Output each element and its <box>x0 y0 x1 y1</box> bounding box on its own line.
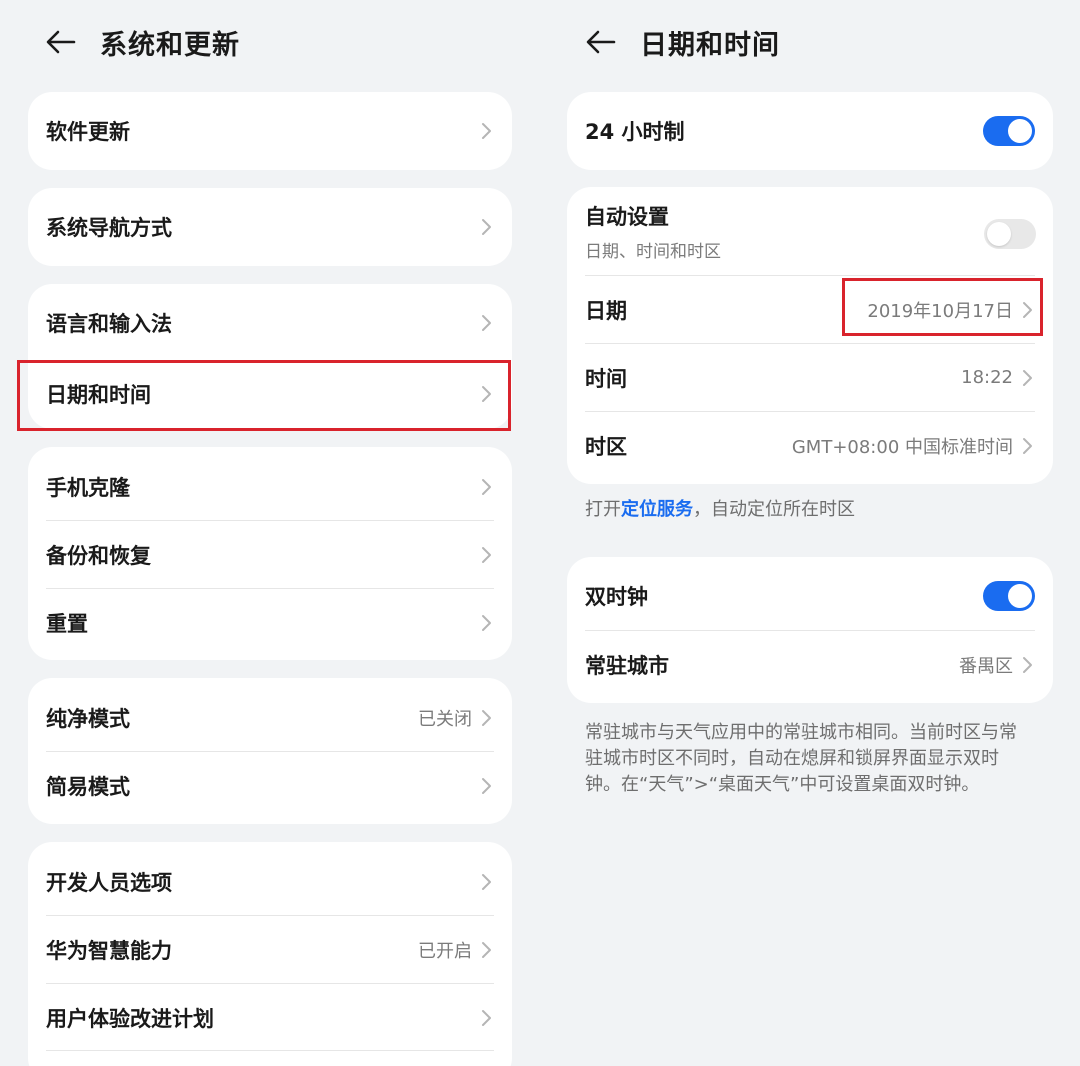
chevron-right-icon <box>482 778 491 794</box>
mode-card: 纯净模式 已关闭 简易模式 <box>28 678 512 824</box>
row-timezone[interactable]: 时区 GMT+08:00 中国标准时间 <box>567 412 1053 480</box>
toggle-knob <box>1008 119 1032 143</box>
row-simple-mode[interactable]: 简易模式 <box>28 752 512 820</box>
row-label: 时区 <box>585 435 627 459</box>
chevron-right-icon <box>1023 369 1032 386</box>
row-language-input[interactable]: 语言和输入法 <box>28 284 512 362</box>
chevron-right-icon <box>482 1010 491 1026</box>
row-time[interactable]: 时间 18:22 <box>567 344 1053 411</box>
date-value: 2019年10月17日 <box>867 300 1013 322</box>
location-note: 打开定位服务，自动定位所在时区 <box>585 497 1045 523</box>
row-label: 日期 <box>585 298 627 323</box>
clone-backup-card: 手机克隆 备份和恢复 重置 <box>28 447 512 660</box>
language-datetime-card: 语言和输入法 日期和时间 <box>28 284 512 429</box>
row-software-update[interactable]: 软件更新 <box>28 92 512 170</box>
back-arrow-icon[interactable] <box>584 25 618 59</box>
row-label: 用户体验改进计划 <box>46 1007 214 1031</box>
timezone-value: GMT+08:00 中国标准时间 <box>791 437 1013 458</box>
page-title: 系统和更新 <box>100 29 240 61</box>
advanced-card: 开发人员选项 华为智慧能力 已开启 用户体验改进计划 <box>28 842 512 1066</box>
row-home-city[interactable]: 常驻城市 番禺区 <box>567 631 1053 699</box>
hour24-card: 24 小时制 <box>567 92 1053 170</box>
row-reset[interactable]: 重置 <box>28 589 512 657</box>
row-ux-plan[interactable]: 用户体验改进计划 <box>28 984 512 1052</box>
chevron-right-icon <box>1023 438 1032 454</box>
dual-clock-note: 常驻城市与天气应用中的常驻城市相同。当前时区与常驻城市时区不同时，自动在熄屏和锁… <box>585 722 1017 795</box>
row-dual-clock[interactable]: 双时钟 <box>567 557 1053 635</box>
row-label: 双时钟 <box>585 585 648 609</box>
chevron-right-icon <box>482 615 491 631</box>
software-update-card: 软件更新 <box>28 92 512 170</box>
note-text: 打开 <box>585 499 621 520</box>
row-label: 24 小时制 <box>585 120 685 144</box>
left-header: 系统和更新 <box>44 18 240 66</box>
row-phone-clone[interactable]: 手机克隆 <box>28 447 512 527</box>
time-value: 18:22 <box>961 367 1013 388</box>
row-date[interactable]: 日期 2019年10月17日 <box>567 276 1053 343</box>
row-label: 简易模式 <box>46 775 130 799</box>
chevron-right-icon <box>482 547 491 563</box>
row-label: 备份和恢复 <box>46 544 151 568</box>
row-label: 华为智慧能力 <box>46 939 172 963</box>
pure-mode-status: 已关闭 <box>418 709 472 730</box>
row-label: 语言和输入法 <box>46 312 172 336</box>
row-label: 系统导航方式 <box>46 216 172 240</box>
auto-set-toggle[interactable] <box>984 219 1036 249</box>
chevron-right-icon <box>482 710 491 726</box>
row-auto-set[interactable]: 自动设置 日期、时间和时区 <box>567 187 1053 275</box>
location-service-link[interactable]: 定位服务 <box>621 499 693 520</box>
row-label: 日期和时间 <box>46 383 151 407</box>
back-arrow-icon[interactable] <box>44 25 78 59</box>
system-navigation-card: 系统导航方式 <box>28 188 512 266</box>
row-label: 重置 <box>46 612 88 636</box>
row-system-navigation[interactable]: 系统导航方式 <box>28 188 512 266</box>
note-text: ，自动定位所在时区 <box>693 499 855 520</box>
row-label: 时间 <box>585 366 627 391</box>
row-label: 开发人员选项 <box>46 871 172 895</box>
chevron-right-icon <box>482 219 491 235</box>
toggle-knob <box>987 222 1011 246</box>
right-header: 日期和时间 <box>584 18 780 66</box>
row-label: 纯净模式 <box>46 707 130 731</box>
home-city-value: 番禺区 <box>959 656 1013 677</box>
row-label: 手机克隆 <box>46 476 130 500</box>
chevron-right-icon <box>482 386 491 402</box>
row-date-time[interactable]: 日期和时间 <box>28 360 512 428</box>
row-label: 常驻城市 <box>585 654 669 678</box>
row-24-hour[interactable]: 24 小时制 <box>567 92 1053 170</box>
dual-clock-toggle[interactable] <box>983 581 1035 611</box>
date-time-pane: 日期和时间 24 小时制 自动设置 日期、时间和时区 日期 2019年10月17… <box>540 0 1080 1066</box>
row-pure-mode[interactable]: 纯净模式 已关闭 <box>28 678 512 758</box>
row-developer-options[interactable]: 开发人员选项 <box>28 842 512 922</box>
row-backup-restore[interactable]: 备份和恢复 <box>28 521 512 589</box>
datetime-card: 自动设置 日期、时间和时区 日期 2019年10月17日 时间 18:22 时区… <box>567 187 1053 484</box>
chevron-right-icon <box>1023 301 1032 318</box>
dual-clock-card: 双时钟 常驻城市 番禺区 <box>567 557 1053 703</box>
chevron-right-icon <box>482 874 491 890</box>
chevron-right-icon <box>482 479 491 495</box>
toggle-knob <box>1008 584 1032 608</box>
chevron-right-icon <box>482 942 491 958</box>
system-update-pane: 系统和更新 软件更新 系统导航方式 语言和输入法 日期和时间 手机克隆 备份和恢… <box>0 0 540 1066</box>
row-huawei-ai[interactable]: 华为智慧能力 已开启 <box>28 916 512 984</box>
page-title: 日期和时间 <box>640 29 780 61</box>
hour24-toggle[interactable] <box>983 116 1035 146</box>
row-label: 软件更新 <box>46 120 130 144</box>
row-sublabel: 日期、时间和时区 <box>585 241 721 262</box>
chevron-right-icon <box>482 315 491 331</box>
chevron-right-icon <box>482 123 491 139</box>
divider <box>46 1050 494 1051</box>
huawei-ai-status: 已开启 <box>418 941 472 962</box>
row-label: 自动设置 <box>585 204 669 229</box>
chevron-right-icon <box>1023 657 1032 673</box>
